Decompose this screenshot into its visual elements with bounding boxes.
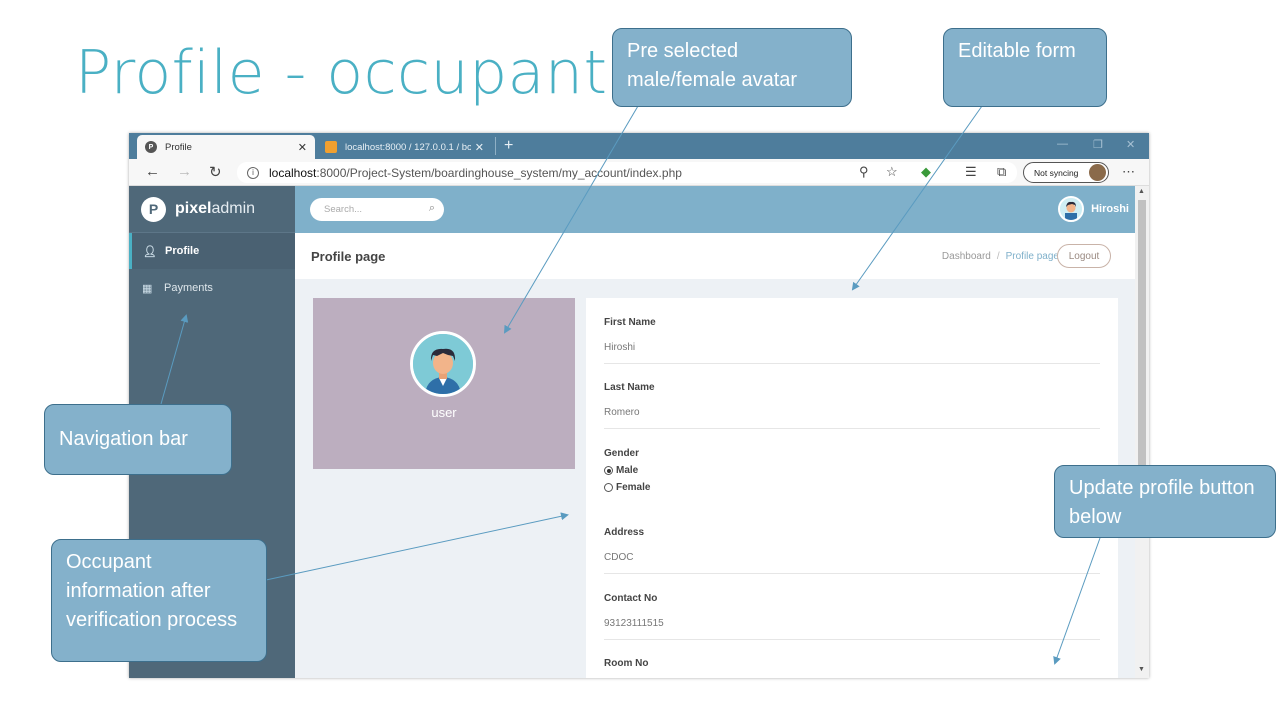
sidebar-item-profile[interactable]: 👤︎ Profile (129, 233, 295, 269)
search-icon[interactable]: ⌕ (429, 202, 435, 215)
callout-update: Update profile button below (1054, 465, 1276, 538)
user-avatar-icon (1060, 198, 1083, 220)
forward-icon[interactable]: → (177, 163, 192, 180)
scrollbar-thumb[interactable] (1138, 200, 1146, 470)
user-menu[interactable]: Hiroshi (1058, 196, 1129, 222)
contact-input[interactable]: 93123111515 (604, 618, 1100, 640)
tab-label: localhost:8000 / 127.0.0.1 / boar (345, 141, 471, 153)
tab-phpmyadmin[interactable]: localhost:8000 / 127.0.0.1 / boar ✕ (317, 135, 492, 159)
refresh-icon[interactable]: ↻ (209, 163, 222, 181)
close-icon[interactable]: ✕ (475, 141, 484, 154)
restore-icon[interactable]: ❐ (1093, 138, 1103, 151)
breadcrumb: Dashboard / Profile page (942, 251, 1059, 262)
callout-avatar: Pre selected male/female avatar (612, 28, 852, 107)
avatar-label: user (431, 405, 457, 420)
first-name-input[interactable]: Hiroshi (604, 342, 1100, 364)
radio-unchecked-icon[interactable] (604, 483, 613, 492)
callout-form: Editable form (943, 28, 1107, 107)
app: P pixel admin 👤︎ Profile ▦ Payments Searc… (129, 186, 1149, 678)
sync-label: Not syncing (1034, 167, 1079, 178)
scrollbar[interactable]: ▲ ▼ (1135, 186, 1149, 678)
breadcrumb-separator: / (996, 251, 1000, 262)
address-field[interactable]: Address CDOC (604, 527, 1100, 574)
last-name-field[interactable]: Last Name Romero (604, 382, 1100, 429)
address-input[interactable]: CDOC (604, 552, 1100, 574)
contact-field[interactable]: Contact No 93123111515 (604, 593, 1100, 640)
scroll-up-icon[interactable]: ▲ (1138, 188, 1145, 195)
male-avatar-icon (413, 334, 473, 394)
field-label: First Name (604, 317, 656, 328)
minimize-icon[interactable]: — (1057, 138, 1068, 150)
slide-title: Profile - occupant (75, 38, 608, 108)
brand-logo-icon: P (141, 196, 166, 222)
brand-name-bold: pixel (175, 200, 212, 217)
page-favicon-icon: P (145, 141, 157, 153)
browser-window: P Profile ✕ localhost:8000 / 127.0.0.1 /… (129, 133, 1149, 678)
callout-nav: Navigation bar (44, 404, 232, 475)
radio-label: Male (616, 465, 639, 476)
field-label: Last Name (604, 382, 655, 393)
brand[interactable]: P pixel admin (129, 186, 295, 233)
user-icon: 👤︎ (143, 245, 157, 258)
gender-field: Gender Male Female (604, 448, 1100, 493)
tab-label: Profile (165, 141, 192, 153)
callout-info: Occupant information after verification … (51, 539, 267, 662)
sidebar-item-payments[interactable]: ▦ Payments (129, 270, 295, 306)
breadcrumb-home[interactable]: Dashboard (942, 251, 991, 262)
back-icon[interactable]: ← (145, 163, 160, 180)
info-icon[interactable]: i (247, 166, 259, 179)
address-bar: ← → ↻ i localhost:8000/Project-System/bo… (129, 159, 1149, 186)
avatar-card: user (313, 298, 575, 469)
first-name-field[interactable]: First Name Hiroshi (604, 317, 1100, 364)
avatar (1058, 196, 1085, 222)
field-label: Address (604, 527, 645, 538)
window-close-icon[interactable]: ✕ (1126, 138, 1135, 151)
breadcrumb-current: Profile page (1005, 251, 1059, 262)
url-host: localhost (269, 165, 317, 180)
user-name: Hiroshi (1091, 203, 1129, 215)
tab-bar: P Profile ✕ localhost:8000 / 127.0.0.1 /… (129, 133, 1149, 159)
field-label: Contact No (604, 593, 658, 604)
search-input[interactable]: Search... ⌕ (310, 198, 444, 221)
top-navbar: Search... ⌕ Hiroshi (295, 186, 1149, 233)
field-label: Gender (604, 448, 640, 459)
field-label: Room No (604, 658, 649, 669)
collections-icon[interactable]: ⧉ (997, 164, 1006, 180)
url-field[interactable]: i localhost:8000/Project-System/boarding… (237, 162, 1017, 183)
sidebar-item-label: Profile (165, 245, 200, 257)
room-field[interactable]: Room No (604, 658, 1100, 669)
sync-button[interactable]: Not syncing (1023, 162, 1109, 183)
more-icon[interactable]: ⋯ (1122, 164, 1135, 180)
url-path: :8000/Project-System/boardinghouse_syste… (316, 165, 682, 180)
gender-radio-male[interactable]: Male (604, 465, 1100, 476)
table-icon: ▦ (142, 282, 153, 295)
logout-button[interactable]: Logout (1057, 244, 1111, 268)
scroll-down-icon[interactable]: ▼ (1138, 666, 1145, 673)
gender-radio-female[interactable]: Female (604, 482, 1100, 493)
new-tab-icon[interactable]: + (495, 137, 513, 155)
profile-form: First Name Hiroshi Last Name Romero Gend… (586, 298, 1118, 678)
slide: Profile - occupant P Profile ✕ localhost… (0, 0, 1280, 720)
star-icon[interactable]: ☆ (886, 164, 898, 180)
profile-avatar-icon (1089, 164, 1106, 181)
sidebar-item-label: Payments (164, 282, 213, 294)
avatar (410, 331, 476, 397)
content-area: user First Name Hiroshi Last Name Romero… (295, 279, 1135, 678)
favorites-icon[interactable]: ☰ (965, 164, 977, 180)
last-name-input[interactable]: Romero (604, 407, 1100, 429)
phpmyadmin-favicon-icon (325, 141, 337, 153)
brand-name-rest: admin (211, 200, 256, 217)
radio-label: Female (616, 482, 651, 493)
extension-icon[interactable]: ◆ (921, 164, 931, 180)
close-icon[interactable]: ✕ (298, 141, 307, 154)
page-title: Profile page (311, 249, 386, 264)
tab-profile[interactable]: P Profile ✕ (137, 135, 315, 159)
search-placeholder: Search... (324, 204, 363, 215)
radio-checked-icon[interactable] (604, 466, 613, 475)
page-header: Profile page Dashboard / Profile page Logo… (295, 233, 1135, 279)
key-icon[interactable]: ⚲ (859, 164, 869, 180)
